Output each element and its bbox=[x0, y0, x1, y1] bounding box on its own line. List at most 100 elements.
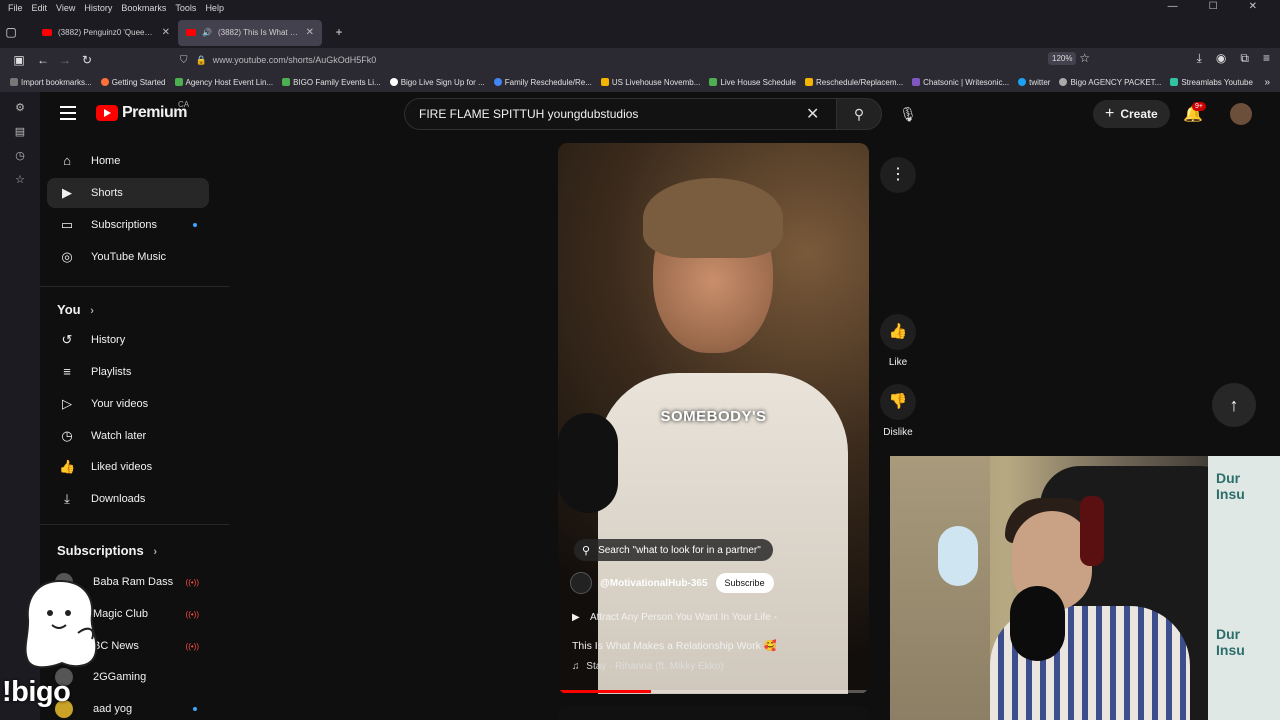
url-bar[interactable]: ⛉ 🔒 www.youtube.com/shorts/AuGkOdH5Fk0 bbox=[180, 50, 1080, 70]
tab-title: (3882) Penguinz0 'Queens Cring bbox=[58, 28, 156, 37]
synced-tabs-icon[interactable]: ▤ bbox=[14, 126, 26, 138]
minimize-icon[interactable]: — bbox=[1168, 1, 1178, 12]
bookmark-item[interactable]: BIGO Family Events Li... bbox=[282, 78, 381, 87]
sidebar-toggle-icon[interactable]: ▣ bbox=[8, 53, 30, 67]
subscribe-button[interactable]: Subscribe bbox=[715, 573, 774, 593]
channel-name: aad yog bbox=[93, 703, 133, 715]
bookmarks-overflow-icon[interactable]: » bbox=[1264, 77, 1270, 88]
account-avatar[interactable] bbox=[1230, 103, 1252, 125]
search-button[interactable]: ⚲ bbox=[836, 98, 882, 130]
you-label: You bbox=[57, 302, 81, 317]
download-icon[interactable]: ⤓ bbox=[1197, 51, 1202, 66]
sidebar-item-liked-videos[interactable]: 👍 Liked videos bbox=[47, 452, 209, 482]
history-rail-icon[interactable]: ◷ bbox=[14, 150, 26, 162]
bookmark-item[interactable]: Bigo Live Sign Up for ... bbox=[389, 78, 485, 87]
notification-badge: 9+ bbox=[1192, 102, 1206, 111]
sidebar-item-label: Your videos bbox=[91, 398, 149, 410]
account-icon[interactable]: ◉ bbox=[1216, 51, 1226, 66]
history-icon: ↺ bbox=[61, 332, 73, 347]
forward-icon[interactable]: → bbox=[54, 53, 76, 67]
playlist-link[interactable]: ▶ Attract Any Person You Want In Your Li… bbox=[572, 612, 777, 623]
bookmark-item[interactable]: Getting Started bbox=[100, 78, 166, 87]
youtube-logo[interactable]: Premium bbox=[96, 104, 187, 122]
shield-icon[interactable]: ⛉ bbox=[180, 55, 188, 66]
menu-bookmarks[interactable]: Bookmarks bbox=[121, 3, 166, 13]
more-options-button[interactable]: ⋮ bbox=[880, 157, 916, 193]
bookmark-item[interactable]: Bigo AGENCY PACKET... bbox=[1059, 78, 1161, 87]
new-tab-icon[interactable]: + bbox=[328, 25, 350, 39]
ai-chat-icon[interactable]: ⚙ bbox=[14, 102, 26, 114]
maximize-icon[interactable]: ☐ bbox=[1209, 1, 1218, 12]
back-icon[interactable]: ← bbox=[32, 53, 54, 67]
tab-close-icon[interactable]: ✕ bbox=[306, 27, 314, 38]
sidebar-item-label: History bbox=[91, 334, 126, 346]
channel-handle[interactable]: @MotivationalHub-365 bbox=[600, 578, 708, 589]
bookmark-item[interactable]: twitter bbox=[1018, 78, 1050, 87]
search-input[interactable]: FIRE FLAME SPITTUH youngdubstudios bbox=[404, 98, 836, 130]
sidebar-item-home[interactable]: ⌂ Home bbox=[47, 146, 209, 176]
next-short-preview[interactable] bbox=[558, 706, 869, 720]
menu-history[interactable]: History bbox=[84, 3, 112, 13]
sidebar-item-youtube-music[interactable]: ◎ YouTube Music bbox=[47, 242, 209, 272]
bookmark-item[interactable]: US Livehouse Novemb... bbox=[600, 78, 700, 87]
search-suggestion-chip[interactable]: ⚲ Search "what to look for in a partner" bbox=[574, 539, 773, 561]
bookmark-star-icon[interactable]: ☆ bbox=[1079, 51, 1090, 65]
bigo-watermark: !bigo bbox=[2, 676, 71, 708]
dislike-label: Dislike bbox=[883, 427, 913, 438]
bookmark-item[interactable]: Live House Schedule bbox=[709, 78, 796, 87]
like-button[interactable]: 👍 Like bbox=[874, 314, 922, 368]
music-note-icon: ♫ bbox=[572, 661, 580, 672]
menu-tools[interactable]: Tools bbox=[175, 3, 196, 13]
bookmark-item[interactable]: Chatsonic | Writesonic... bbox=[912, 78, 1009, 87]
shorts-icon: ▶ bbox=[62, 185, 72, 200]
menu-help[interactable]: Help bbox=[205, 3, 224, 13]
guide-menu-icon[interactable] bbox=[60, 106, 76, 124]
sidebar-item-label: Liked videos bbox=[91, 461, 153, 473]
tab-overview-icon[interactable]: ▢ bbox=[0, 25, 22, 39]
channel-avatar[interactable] bbox=[570, 572, 592, 594]
close-window-icon[interactable]: ✕ bbox=[1249, 1, 1257, 12]
bookmark-item[interactable]: Reschedule/Replacem... bbox=[805, 78, 903, 87]
video-frame bbox=[643, 178, 783, 258]
short-title[interactable]: This Is What Makes a Relationship Work 🥰 bbox=[572, 639, 777, 652]
browser-tab-active[interactable]: 🔊 (3882) This Is What Makes a ✕ bbox=[178, 19, 322, 46]
shorts-player[interactable]: SOMEBODY'S ⚲ Search "what to look for in… bbox=[558, 143, 869, 694]
zoom-level[interactable]: 120% bbox=[1048, 52, 1077, 65]
menu-view[interactable]: View bbox=[56, 3, 75, 13]
sidebar-item-watch-later[interactable]: ◷ Watch later bbox=[47, 421, 209, 451]
create-button[interactable]: + Create bbox=[1093, 100, 1170, 128]
lock-icon[interactable]: 🔒 bbox=[196, 55, 207, 66]
bookmarks-rail-icon[interactable]: ☆ bbox=[14, 174, 26, 186]
sidebar-item-subscriptions[interactable]: ▭ Subscriptions bbox=[47, 210, 209, 240]
clear-search-icon[interactable]: ✕ bbox=[806, 104, 819, 124]
you-section-header[interactable]: You › bbox=[57, 302, 94, 317]
bookmark-item[interactable]: Family Reschedule/Re... bbox=[493, 78, 592, 87]
dislike-button[interactable]: 👎 Dislike bbox=[874, 384, 922, 438]
subscriptions-section-header[interactable]: Subscriptions › bbox=[57, 543, 157, 558]
tab-close-icon[interactable]: ✕ bbox=[162, 27, 170, 38]
bookmark-item[interactable]: Agency Host Event Lin... bbox=[174, 78, 273, 87]
webcam-overlay: Dur Insu Dur Insu bbox=[890, 456, 1280, 720]
sidebar-item-label: Shorts bbox=[91, 187, 123, 199]
youtube-header: Premium CA FIRE FLAME SPITTUH youngdubst… bbox=[40, 92, 1280, 136]
extensions-icon[interactable]: ⧉ bbox=[1240, 51, 1249, 66]
bookmark-item[interactable]: Import bookmarks... bbox=[10, 78, 92, 87]
menu-file[interactable]: File bbox=[8, 3, 23, 13]
menu-edit[interactable]: Edit bbox=[32, 3, 48, 13]
browser-tab[interactable]: (3882) Penguinz0 'Queens Cring ✕ bbox=[34, 20, 178, 46]
sidebar-item-shorts[interactable]: ▶ Shorts bbox=[47, 178, 209, 208]
bookmark-item[interactable]: Streamlabs Youtube bbox=[1170, 78, 1253, 87]
menu-icon[interactable]: ≡ bbox=[1263, 51, 1270, 66]
sidebar-item-your-videos[interactable]: ▷ Your videos bbox=[47, 389, 209, 419]
music-link[interactable]: ♫ Stay · Rihanna (ft. Mikky Ekko) bbox=[572, 661, 724, 672]
reload-icon[interactable]: ↻ bbox=[76, 53, 98, 67]
previous-short-button[interactable]: ↑ bbox=[1212, 383, 1256, 427]
sidebar-item-label: YouTube Music bbox=[91, 251, 167, 263]
sidebar-item-downloads[interactable]: ⤓ Downloads bbox=[47, 484, 209, 514]
video-progress-bar[interactable] bbox=[558, 690, 869, 693]
subscription-item[interactable]: aad yog bbox=[47, 694, 209, 720]
voice-search-button[interactable]: 🎙 bbox=[892, 98, 924, 130]
sidebar-item-history[interactable]: ↺ History bbox=[47, 325, 209, 355]
sidebar-item-playlists[interactable]: ≡ Playlists bbox=[47, 357, 209, 387]
speaker-icon[interactable]: 🔊 bbox=[202, 28, 212, 37]
